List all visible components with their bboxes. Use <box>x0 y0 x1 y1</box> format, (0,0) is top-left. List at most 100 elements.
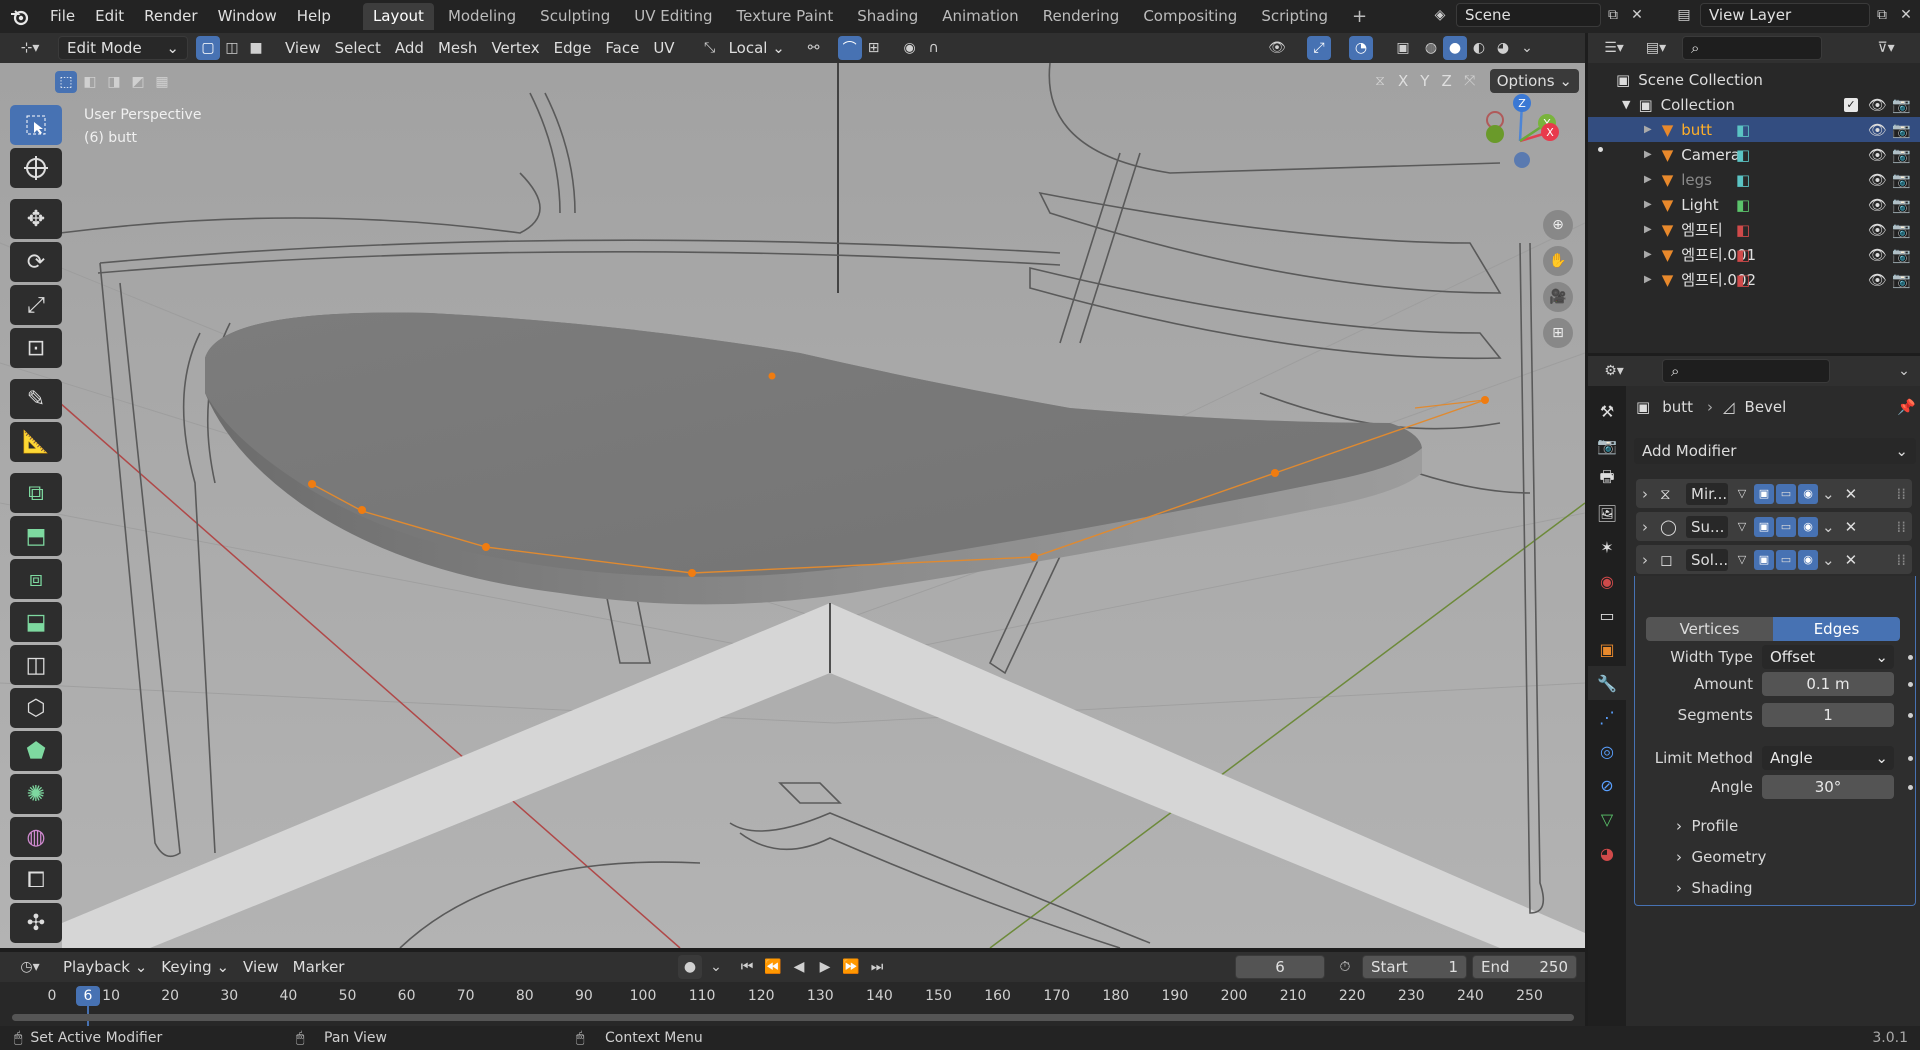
vertex-select-icon[interactable]: ▢ <box>196 36 220 60</box>
on-cage-icon[interactable]: ▽ <box>1732 484 1752 504</box>
tool-tab-icon[interactable]: ⚒ <box>1588 394 1626 428</box>
current-frame-field[interactable]: 6 <box>1235 955 1325 979</box>
loop-cut-tool-icon[interactable]: ◫ <box>10 645 62 685</box>
solid-shading-icon[interactable]: ● <box>1443 36 1467 60</box>
menu-help[interactable]: Help <box>287 0 341 33</box>
tab-modeling[interactable]: Modeling <box>438 3 526 30</box>
play-reverse-icon[interactable]: ◀ <box>787 955 811 979</box>
menu-uv[interactable]: UV <box>646 36 681 60</box>
transform-tool-icon[interactable]: ⊡ <box>10 328 62 368</box>
tab-animation[interactable]: Animation <box>932 3 1028 30</box>
chevron-down-icon[interactable]: ⌄ <box>1822 518 1835 536</box>
tab-layout[interactable]: Layout <box>362 3 434 30</box>
drag-handle-icon[interactable]: ⁞⁞ <box>1896 551 1906 569</box>
menu-marker[interactable]: Marker <box>286 955 352 979</box>
smooth-tool-icon[interactable]: ◍ <box>10 817 62 857</box>
keyframe-dot-icon[interactable] <box>1908 713 1913 718</box>
transform-orientation-icon[interactable]: ⤡ <box>698 36 722 60</box>
rotate-tool-icon[interactable]: ⟳ <box>10 242 62 282</box>
outliner-search-input[interactable]: ⌕ <box>1682 36 1822 60</box>
zoom-icon[interactable]: ⊕ <box>1543 210 1573 240</box>
camera-render-icon[interactable]: 📷 <box>1892 121 1911 139</box>
tab-sculpting[interactable]: Sculpting <box>530 3 620 30</box>
mirror-icon[interactable]: ⧖ <box>1370 69 1390 93</box>
edit-mode-icon[interactable]: ▣ <box>1754 516 1774 537</box>
pin-icon[interactable]: 📌 <box>1897 398 1916 416</box>
menu-add[interactable]: Add <box>388 36 431 60</box>
menu-render[interactable]: Render <box>134 0 207 33</box>
xray-icon[interactable]: ▣ <box>1391 36 1415 60</box>
shading-subpanel[interactable]: › Shading <box>1676 879 1752 897</box>
modifier-name-field[interactable]: Sol... <box>1686 548 1728 571</box>
remove-modifier-icon[interactable]: ✕ <box>1845 518 1858 536</box>
profile-subpanel[interactable]: › Profile <box>1676 817 1738 835</box>
menu-file[interactable]: File <box>40 0 85 33</box>
affect-vertices-button[interactable]: Vertices <box>1646 617 1773 641</box>
new-view-layer-icon[interactable]: ⧉ <box>1870 3 1894 27</box>
add-workspace-icon[interactable]: + <box>1342 3 1377 30</box>
menu-face[interactable]: Face <box>598 36 646 60</box>
modifier-row-2[interactable]: › ◯ Su... ▽ ▣ ▭ ◉ ⌄ ✕ ⁞⁞ <box>1636 512 1912 541</box>
proportional-edit-icon[interactable]: ◉ <box>898 36 922 60</box>
edge-select-icon[interactable]: ◫ <box>220 36 244 60</box>
menu-edge[interactable]: Edge <box>547 36 599 60</box>
eye-icon[interactable]: 👁 <box>1868 271 1887 289</box>
editor-type-icon[interactable]: ⊹▾ <box>10 36 50 60</box>
select-box-new-icon[interactable]: ⬚ <box>55 71 77 93</box>
pivot-point-icon[interactable]: ⚯ <box>802 36 826 60</box>
start-frame-field[interactable]: Start 1 <box>1362 955 1467 979</box>
pan-hand-icon[interactable]: ✋ <box>1543 246 1573 276</box>
expand-arrow-icon[interactable]: › <box>1642 551 1660 569</box>
playhead[interactable]: 6 <box>76 986 100 1006</box>
expand-arrow-icon[interactable]: › <box>1642 485 1660 503</box>
eye-icon[interactable]: 👁 <box>1868 246 1887 264</box>
outliner-item-1[interactable]: ▶ ▼ butt ◧ 👁 📷 <box>1588 117 1920 142</box>
jump-start-icon[interactable]: ⏮ <box>735 955 759 979</box>
menu-edit[interactable]: Edit <box>85 0 134 33</box>
timeline[interactable]: 0 10 20 30 40 50 60 70 80 90 100 110 120 130 140 150 160… <box>0 982 1585 1026</box>
scene-tab-icon[interactable]: ✶ <box>1588 530 1626 564</box>
outliner-item-3[interactable]: ▶ ▼ legs ◧ 👁 📷 <box>1588 167 1920 192</box>
material-shading-icon[interactable]: ◐ <box>1467 36 1491 60</box>
properties-search-input[interactable]: ⌕ <box>1662 359 1830 383</box>
tab-texture-paint[interactable]: Texture Paint <box>726 3 843 30</box>
jump-end-icon[interactable]: ⏭ <box>865 955 889 979</box>
camera-render-icon[interactable]: 📷 <box>1892 246 1911 264</box>
select-box-invert-icon[interactable]: ◩ <box>127 71 149 93</box>
menu-playback[interactable]: Playback ⌄ <box>56 955 154 979</box>
menu-mesh[interactable]: Mesh <box>431 36 485 60</box>
record-options-icon[interactable]: ⌄ <box>704 955 728 979</box>
select-box-intersect-icon[interactable]: ▦ <box>151 71 173 93</box>
expand-arrow-icon[interactable]: ▶ <box>1644 249 1652 260</box>
jump-next-keyframe-icon[interactable]: ⏩ <box>839 955 863 979</box>
checkbox-icon[interactable]: ✓ <box>1844 97 1858 112</box>
blender-logo-icon[interactable] <box>0 0 40 33</box>
view-layer-icon[interactable]: ▤ <box>1672 3 1696 27</box>
expand-arrow-icon[interactable]: ▶ <box>1644 274 1652 285</box>
expand-arrow-icon[interactable]: ▶ <box>1644 149 1652 160</box>
output-tab-icon[interactable]: 🖶 <box>1588 462 1626 496</box>
expand-arrow-icon[interactable]: ▶ <box>1644 199 1652 210</box>
transform-orientation-select[interactable]: Local ⌄ <box>722 36 792 60</box>
expand-arrow-icon[interactable]: ▶ <box>1644 124 1652 135</box>
realtime-icon[interactable]: ▭ <box>1776 549 1796 570</box>
cursor-tool-icon[interactable] <box>10 148 62 188</box>
menu-view[interactable]: View <box>278 36 328 60</box>
spin-tool-icon[interactable]: ✺ <box>10 774 62 814</box>
view-layer-tab-icon[interactable]: 🖼 <box>1588 496 1626 530</box>
on-cage-icon[interactable]: ▽ <box>1732 517 1752 537</box>
mirror-y-toggle[interactable]: Y <box>1416 69 1433 93</box>
shrink-fatten-tool-icon[interactable]: ✣ <box>10 903 62 943</box>
mirror-x-toggle[interactable]: X <box>1394 69 1412 93</box>
camera-render-icon[interactable]: 📷 <box>1892 96 1911 114</box>
snap-target-icon[interactable]: ⊞ <box>862 36 886 60</box>
play-icon[interactable]: ▶ <box>813 955 837 979</box>
collection-row[interactable]: ▼ ▣ Collection ✓ 👁 📷 <box>1588 92 1920 117</box>
render-icon[interactable]: ◉ <box>1798 549 1818 570</box>
scene-collection-row[interactable]: ▣ Scene Collection <box>1588 67 1920 92</box>
eye-icon[interactable]: 👁 <box>1868 96 1887 114</box>
timeline-scrollbar[interactable] <box>12 1014 1574 1021</box>
data-tab-icon[interactable]: ▽ <box>1588 802 1626 836</box>
eye-icon[interactable]: 👁 <box>1868 221 1887 239</box>
outliner-item-4[interactable]: ▶ ▼ Light ◧ 👁 📷 <box>1588 192 1920 217</box>
